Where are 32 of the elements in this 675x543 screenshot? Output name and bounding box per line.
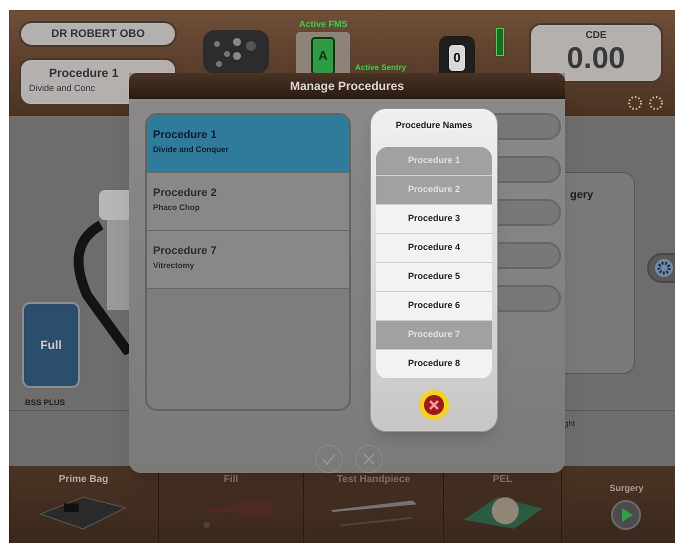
surgery-button[interactable]: Surgery	[609, 482, 644, 530]
settings-icon	[654, 258, 674, 278]
procedure-name-option[interactable]: Procedure 4	[376, 234, 492, 263]
bag-solution: BSS PLUS	[25, 397, 66, 409]
surgeon-name[interactable]: DR ROBERT OBO	[19, 21, 177, 47]
procedure-name-option[interactable]: Procedure 6	[376, 292, 492, 321]
dotted-circles-icon	[627, 95, 665, 111]
bag-status: Full	[40, 337, 62, 354]
procedure-description: Divide and Conc	[29, 82, 96, 95]
close-button[interactable]	[419, 390, 449, 420]
level-indicator-icon	[496, 28, 504, 56]
sentry-status: Active Sentry	[355, 62, 406, 74]
dialog-title: Manage Procedures	[129, 73, 565, 99]
close-icon	[361, 451, 377, 467]
procedure-item[interactable]: Procedure 1 Divide and Conquer	[147, 115, 349, 173]
cassette-letter: A	[311, 37, 335, 75]
checkmark-icon	[321, 451, 337, 467]
procedure-item[interactable]: Procedure 2 Phaco Chop	[147, 173, 349, 231]
procedure-name-option[interactable]: Procedure 8	[376, 350, 492, 379]
cde-value: 0.00	[566, 43, 626, 75]
procedure-name: Procedure 1	[48, 65, 120, 82]
procedure-name-option[interactable]: Procedure 3	[376, 205, 492, 234]
settings-button[interactable]	[647, 253, 675, 283]
play-icon	[611, 500, 642, 530]
fms-status: Active FMS	[299, 18, 348, 31]
cde-label: CDE	[585, 29, 607, 43]
popup-title: Procedure Names	[396, 119, 472, 132]
pedal-position: 0	[449, 45, 465, 71]
close-icon	[423, 394, 445, 416]
procedure-name-option[interactable]: Procedure 5	[376, 263, 492, 292]
panel-title: gery	[570, 188, 594, 203]
procedure-item[interactable]: Procedure 7 Vitrectomy	[147, 231, 349, 289]
